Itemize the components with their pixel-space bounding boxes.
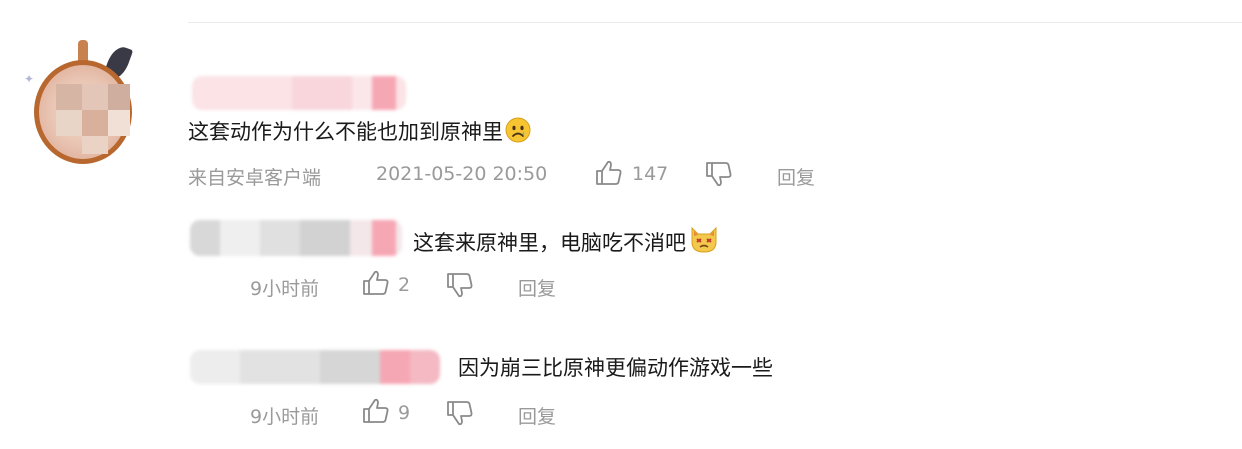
reply-1-timestamp: 9小时前 [250, 278, 320, 300]
username-blurred[interactable] [192, 76, 406, 110]
reply-1-text: 这套来原神里，电脑吃不消吧 [413, 224, 720, 257]
top-divider [188, 22, 1242, 23]
reply-1-username-blurred[interactable] [190, 220, 402, 256]
thumbs-down-icon[interactable] [446, 400, 474, 426]
sad-face-icon [505, 117, 531, 143]
reply-1-like-count: 2 [398, 274, 411, 296]
comment-timestamp: 2021-05-20 20:50 [376, 163, 548, 185]
user-avatar[interactable]: ✦ [24, 40, 146, 174]
cat-face-icon [691, 226, 717, 253]
reply-2-reply-button[interactable]: 回复 [518, 402, 556, 429]
reply-button[interactable]: 回复 [777, 163, 815, 190]
reply-2-username-blurred[interactable] [190, 350, 440, 384]
thumbs-up-icon[interactable] [362, 398, 390, 424]
like-count: 147 [632, 163, 669, 185]
thumbs-down-icon[interactable] [446, 272, 474, 298]
comment-text: 这套动作为什么不能也加到原神里 [188, 116, 531, 146]
reply-2-like-count: 9 [398, 402, 411, 424]
comment-source: 来自安卓客户端 [188, 167, 322, 189]
thumbs-down-icon[interactable] [705, 161, 733, 187]
thumbs-up-icon[interactable] [362, 270, 390, 296]
reply-2-timestamp: 9小时前 [250, 406, 320, 428]
reply-1-reply-button[interactable]: 回复 [518, 274, 556, 301]
thumbs-up-icon[interactable] [595, 160, 623, 186]
reply-2-text: 因为崩三比原神更偏动作游戏一些 [458, 356, 773, 380]
